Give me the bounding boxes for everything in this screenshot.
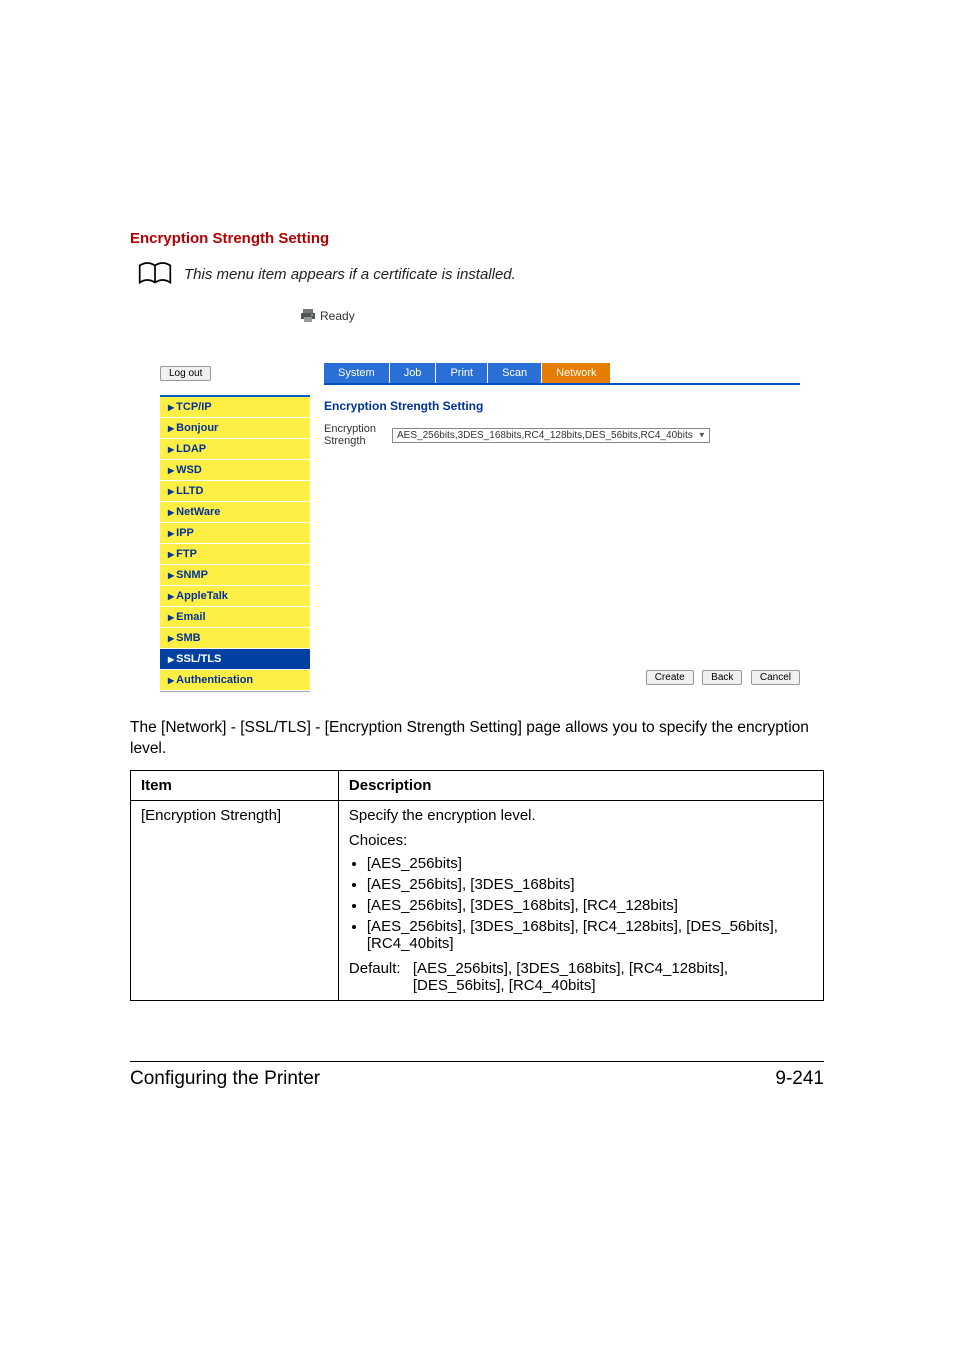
- choice-item: [AES_256bits], [3DES_168bits], [RC4_128b…: [367, 897, 813, 914]
- sidebar-item-label: Authentication: [176, 674, 253, 686]
- create-button[interactable]: Create: [646, 670, 694, 685]
- table-cell-description: Specify the encryption level. Choices: […: [338, 800, 823, 1000]
- sidebar-item-label: IPP: [176, 527, 194, 539]
- table-header-description: Description: [338, 770, 823, 800]
- choice-item: [AES_256bits], [3DES_168bits]: [367, 876, 813, 893]
- encryption-strength-select[interactable]: AES_256bits,3DES_168bits,RC4_128bits,DES…: [392, 428, 710, 443]
- triangle-icon: ▶: [168, 403, 174, 412]
- sidebar-item-label: TCP/IP: [176, 401, 211, 413]
- footer-left: Configuring the Printer: [130, 1068, 320, 1090]
- sidebar-item-ipp[interactable]: ▶IPP: [160, 523, 310, 544]
- sidebar-item-ssltls[interactable]: ▶SSL/TLS: [160, 649, 310, 670]
- tab-bar: System Job Print Scan Network: [324, 363, 800, 385]
- choices-label: Choices:: [349, 832, 813, 849]
- status-text: Ready: [320, 309, 355, 323]
- sidebar-item-tcpip[interactable]: ▶TCP/IP: [160, 397, 310, 418]
- table-header-item: Item: [131, 770, 339, 800]
- sidebar-item-label: SMB: [176, 632, 200, 644]
- triangle-icon: ▶: [168, 487, 174, 496]
- back-button[interactable]: Back: [702, 670, 742, 685]
- table-cell-item: [Encryption Strength]: [131, 800, 339, 1000]
- default-value: [AES_256bits], [3DES_168bits], [RC4_128b…: [413, 960, 813, 994]
- field-label: Encryption Strength: [324, 423, 392, 447]
- body-paragraph: The [Network] - [SSL/TLS] - [Encryption …: [130, 718, 824, 760]
- triangle-icon: ▶: [168, 424, 174, 433]
- page-footer: Configuring the Printer 9-241: [130, 1061, 824, 1090]
- book-icon: [138, 261, 172, 287]
- triangle-icon: ▶: [168, 529, 174, 538]
- sidebar-item-wsd[interactable]: ▶WSD: [160, 460, 310, 481]
- sidebar-item-lltd[interactable]: ▶LLTD: [160, 481, 310, 502]
- desc-intro: Specify the encryption level.: [349, 807, 813, 824]
- choice-item: [AES_256bits]: [367, 855, 813, 872]
- sidebar-item-netware[interactable]: ▶NetWare: [160, 502, 310, 523]
- sidebar-item-appletalk[interactable]: ▶AppleTalk: [160, 586, 310, 607]
- table-row: [Encryption Strength] Specify the encryp…: [131, 800, 824, 1000]
- triangle-icon: ▶: [168, 445, 174, 454]
- note-text: This menu item appears if a certificate …: [184, 266, 516, 283]
- sidebar-item-bonjour[interactable]: ▶Bonjour: [160, 418, 310, 439]
- sidebar-item-email[interactable]: ▶Email: [160, 607, 310, 628]
- sidebar-item-authentication[interactable]: ▶Authentication: [160, 670, 310, 691]
- sidebar-item-label: AppleTalk: [176, 590, 228, 602]
- triangle-icon: ▶: [168, 655, 174, 664]
- chevron-down-icon: ▼: [698, 431, 706, 440]
- description-table: Item Description [Encryption Strength] S…: [130, 770, 824, 1001]
- default-label: Default:: [349, 960, 413, 994]
- embedded-admin-screenshot: Ready Log out ▶TCP/IP ▶Bonjour ▶LDAP ▶WS…: [160, 309, 800, 692]
- note-row: This menu item appears if a certificate …: [138, 261, 824, 287]
- tab-print[interactable]: Print: [436, 363, 488, 383]
- sidebar: ▶TCP/IP ▶Bonjour ▶LDAP ▶WSD ▶LLTD ▶NetWa…: [160, 395, 310, 692]
- select-value: AES_256bits,3DES_168bits,RC4_128bits,DES…: [397, 430, 693, 441]
- sidebar-item-ftp[interactable]: ▶FTP: [160, 544, 310, 565]
- section-heading: Encryption Strength Setting: [130, 230, 824, 247]
- sidebar-item-label: WSD: [176, 464, 202, 476]
- triangle-icon: ▶: [168, 634, 174, 643]
- triangle-icon: ▶: [168, 613, 174, 622]
- sidebar-item-ldap[interactable]: ▶LDAP: [160, 439, 310, 460]
- status-row: Ready: [300, 309, 800, 323]
- triangle-icon: ▶: [168, 592, 174, 601]
- sidebar-item-label: LLTD: [176, 485, 203, 497]
- triangle-icon: ▶: [168, 676, 174, 685]
- triangle-icon: ▶: [168, 550, 174, 559]
- choices-list: [AES_256bits] [AES_256bits], [3DES_168bi…: [349, 855, 813, 952]
- encryption-strength-field: Encryption Strength AES_256bits,3DES_168…: [324, 423, 800, 447]
- sidebar-item-label: NetWare: [176, 506, 220, 518]
- choice-item: [AES_256bits], [3DES_168bits], [RC4_128b…: [367, 918, 813, 952]
- logout-button[interactable]: Log out: [160, 366, 211, 381]
- printer-icon: [300, 309, 316, 323]
- sidebar-item-label: Bonjour: [176, 422, 218, 434]
- triangle-icon: ▶: [168, 571, 174, 580]
- triangle-icon: ▶: [168, 508, 174, 517]
- sidebar-item-label: LDAP: [176, 443, 206, 455]
- tab-scan[interactable]: Scan: [488, 363, 542, 383]
- sidebar-item-smb[interactable]: ▶SMB: [160, 628, 310, 649]
- tab-job[interactable]: Job: [390, 363, 437, 383]
- sidebar-item-label: FTP: [176, 548, 197, 560]
- panel-title: Encryption Strength Setting: [324, 399, 800, 413]
- triangle-icon: ▶: [168, 466, 174, 475]
- sidebar-item-label: SNMP: [176, 569, 208, 581]
- cancel-button[interactable]: Cancel: [751, 670, 800, 685]
- tab-system[interactable]: System: [324, 363, 390, 383]
- sidebar-item-label: SSL/TLS: [176, 653, 221, 665]
- sidebar-item-snmp[interactable]: ▶SNMP: [160, 565, 310, 586]
- footer-right: 9-241: [775, 1068, 824, 1090]
- tab-network[interactable]: Network: [542, 363, 611, 383]
- sidebar-item-label: Email: [176, 611, 205, 623]
